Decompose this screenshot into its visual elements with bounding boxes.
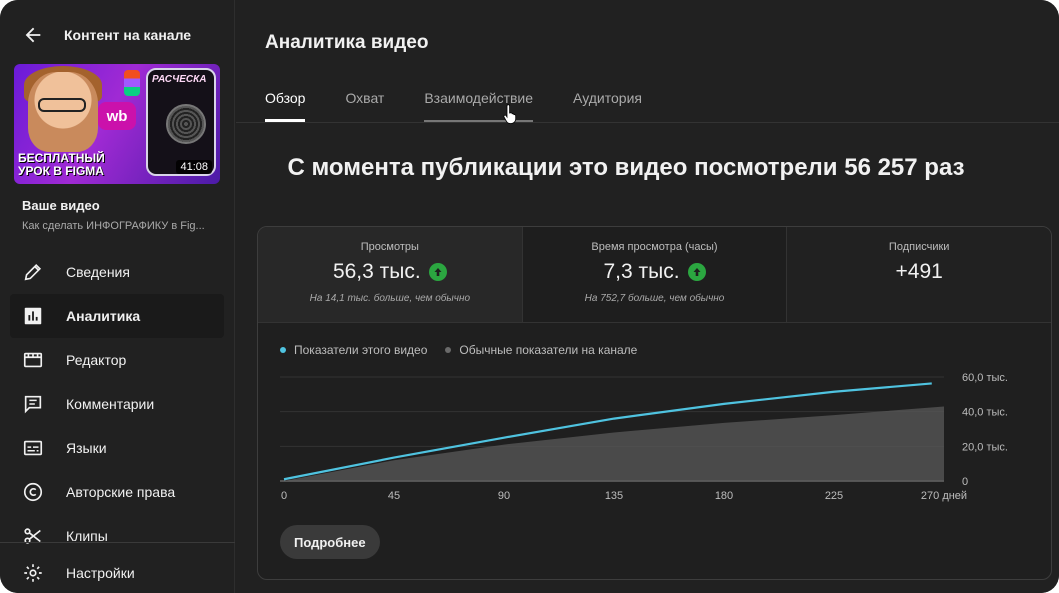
sidebar-item-comments[interactable]: Комментарии <box>10 382 224 426</box>
chart-x-tick-label: 180 <box>715 490 733 502</box>
copyright-icon <box>23 482 43 502</box>
sidebar-bottom-nav: Настройки <box>10 551 224 593</box>
video-thumbnail[interactable]: wb РАСЧЕСКА БЕСПЛАТНЫЙ УРОК В FIGMA 41:0… <box>14 64 220 184</box>
stat-label: Просмотры <box>360 241 419 253</box>
views-headline: С момента публикации это видео посмотрел… <box>287 154 965 181</box>
sidebar-item-copyright[interactable]: Авторские права <box>10 470 224 514</box>
video-duration: 41:08 <box>176 160 212 174</box>
page-title: Аналитика видео <box>265 32 429 53</box>
app-frame: Контент на канале wb РАСЧЕСКА БЕСПЛАТНЫЙ… <box>0 0 1059 593</box>
sidebar-item-details[interactable]: Сведения <box>10 250 224 294</box>
wb-logo: wb <box>98 102 136 130</box>
thumbnail-phone-label: РАСЧЕСКА <box>152 74 207 85</box>
thumbnail-brush <box>166 104 206 144</box>
sidebar-item-editor[interactable]: Редактор <box>10 338 224 382</box>
arrow-up-icon <box>687 263 706 281</box>
legend-item-video: Показатели этого видео <box>280 343 427 357</box>
thumbnail-caption-line2: УРОК В FIGMA <box>18 164 104 178</box>
tab-overview[interactable]: Обзор <box>265 90 306 122</box>
sidebar-item-languages[interactable]: Языки <box>10 426 224 470</box>
stat-value: 56,3 тыс. <box>332 260 421 283</box>
sidebar-divider <box>0 542 235 543</box>
stat-label: Время просмотра (часы) <box>591 241 718 253</box>
chart-x-tick-label: 0 <box>281 490 287 502</box>
main-content: Аналитика видео Обзор Охват Взаимодейств… <box>236 0 1059 593</box>
legend-label: Обычные показатели на канале <box>459 343 638 357</box>
legend-dot-typical <box>445 347 452 353</box>
analytics-tabs: Обзор Охват Взаимодействие Аудитория <box>265 90 682 122</box>
editor-icon <box>23 352 43 368</box>
sidebar-item-label: Редактор <box>66 352 127 368</box>
arrow-up-icon <box>428 263 447 281</box>
sidebar-item-label: Комментарии <box>66 396 155 412</box>
thumbnail-caption: БЕСПЛАТНЫЙ УРОК В FIGMA <box>18 152 148 178</box>
hand-cursor-icon <box>503 104 517 124</box>
sidebar-item-label: Аналитика <box>66 308 141 324</box>
comments-icon <box>24 395 42 414</box>
thumbnail-glasses <box>38 98 86 112</box>
sidebar-nav: Сведения Аналитика Редактор Комментарии … <box>10 250 224 558</box>
legend-item-typical: Обычные показатели на канале <box>445 343 637 357</box>
back-row[interactable]: Контент на канале <box>22 22 191 48</box>
chart-y-tick-label: 60,0 тыс. <box>962 372 1008 384</box>
chart-x-tick-label: 45 <box>388 490 400 502</box>
sidebar-item-settings[interactable]: Настройки <box>10 551 224 593</box>
more-button[interactable]: Подробнее <box>280 525 380 559</box>
sidebar-item-label: Настройки <box>66 565 135 581</box>
stat-views[interactable]: Просмотры 56,3 тыс. На 14,1 тыс. больше,… <box>258 227 523 322</box>
sidebar-item-label: Сведения <box>66 264 130 280</box>
chart-x-tick-label: 225 <box>825 490 843 502</box>
stat-note: На 752,7 больше, чем обычно <box>584 293 725 304</box>
sidebar: Контент на канале wb РАСЧЕСКА БЕСПЛАТНЫЙ… <box>0 0 235 593</box>
stat-label: Подписчики <box>888 241 950 253</box>
tab-reach[interactable]: Охват <box>345 90 384 122</box>
pencil-icon <box>24 263 42 281</box>
chart-x-tick-label: 90 <box>498 490 510 502</box>
chart-legend: Показатели этого видео Обычные показател… <box>280 343 637 357</box>
stat-subscribers[interactable]: Подписчики +491 <box>787 227 1051 322</box>
figma-logo-icon <box>124 70 140 96</box>
legend-dot-video <box>280 347 286 353</box>
views-chart[interactable]: 0 45 90 135 180 225 270 дней 0 20,0 тыс. 40,0 тыс… <box>258 365 1052 511</box>
chart-y-tick-label: 20,0 тыс. <box>962 441 1008 453</box>
scissors-icon <box>24 528 41 544</box>
sidebar-item-label: Языки <box>66 440 107 456</box>
thumbnail-face <box>28 72 98 152</box>
stat-value-row: +491 <box>787 260 1051 284</box>
stat-value-row: 7,3 тыс. <box>523 260 787 284</box>
analytics-icon <box>24 307 42 325</box>
chart-y-tick-label: 0 <box>962 476 968 488</box>
arrow-left-icon[interactable] <box>22 24 44 46</box>
tabs-divider <box>236 122 1059 123</box>
stat-value-row: 56,3 тыс. <box>258 260 522 284</box>
chart-x-tick-label: 270 дней <box>921 490 967 502</box>
tab-audience[interactable]: Аудитория <box>573 90 642 122</box>
legend-label: Показатели этого видео <box>294 343 428 357</box>
channel-content-title: Контент на канале <box>64 27 192 43</box>
your-video-label: Ваше видео <box>22 198 100 213</box>
stat-value: +491 <box>895 260 943 283</box>
sidebar-item-label: Авторские права <box>66 484 176 500</box>
video-title: Как сделать ИНФОГРАФИКУ в Fig... <box>22 220 205 232</box>
stat-note: На 14,1 тыс. больше, чем обычно <box>309 293 471 304</box>
analytics-card: Просмотры 56,3 тыс. На 14,1 тыс. больше,… <box>257 226 1052 580</box>
chart-y-tick-label: 40,0 тыс. <box>962 407 1008 419</box>
gear-icon <box>24 564 42 582</box>
stat-watch-time[interactable]: Время просмотра (часы) 7,3 тыс. На 752,7… <box>522 227 788 322</box>
subtitles-icon <box>23 440 43 456</box>
sidebar-item-analytics[interactable]: Аналитика <box>10 294 224 338</box>
stat-value: 7,3 тыс. <box>603 260 680 283</box>
stats-row: Просмотры 56,3 тыс. На 14,1 тыс. больше,… <box>258 227 1051 323</box>
chart-x-tick-label: 135 <box>605 490 623 502</box>
